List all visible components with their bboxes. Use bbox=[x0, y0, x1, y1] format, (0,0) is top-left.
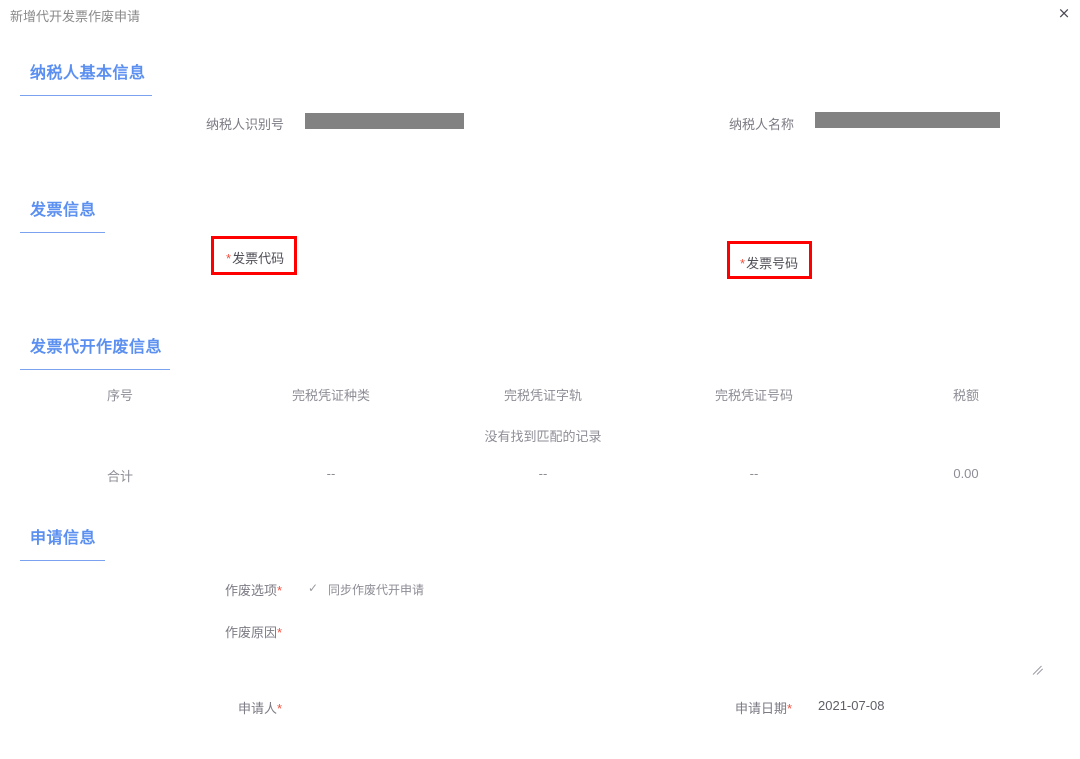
void-option-label: 作废选项* bbox=[225, 580, 282, 599]
apply-date-label: 申请日期* bbox=[735, 698, 792, 717]
table-total-cell: 0.00 bbox=[953, 466, 979, 481]
section-taxpayer-basic-info: 纳税人基本信息 bbox=[20, 59, 152, 96]
section-title-application: 申请信息 bbox=[30, 530, 97, 547]
table-header-cell: 税额 bbox=[952, 388, 980, 403]
section-underline-void-info bbox=[20, 369, 170, 370]
table-header-cell: 完税凭证种类 bbox=[291, 388, 371, 403]
taxpayer-id-label: 纳税人识别号 bbox=[206, 117, 285, 132]
void-reason-textarea-resize-handle[interactable] bbox=[1032, 665, 1044, 675]
invoice-code-label-text: 发票代码 bbox=[232, 251, 285, 266]
section-invoice-info: 发票信息 bbox=[20, 196, 105, 233]
taxpayer-id-value-redacted[interactable] bbox=[305, 113, 464, 129]
section-underline-application bbox=[20, 560, 105, 561]
invoice-code-required-star: * bbox=[226, 251, 232, 266]
table-header-cell: 完税凭证号码 bbox=[714, 388, 794, 403]
window-title: 新增代开发票作废申请 bbox=[10, 9, 141, 24]
void-reason-label-text: 作废原因 bbox=[225, 625, 278, 640]
section-title-void-info: 发票代开作废信息 bbox=[30, 339, 163, 356]
invoice-number-required-star: * bbox=[740, 256, 746, 271]
table-total-cell: 合计 bbox=[106, 469, 134, 484]
table-header-cell: 完税凭证字轨 bbox=[503, 388, 583, 403]
section-title-invoice: 发票信息 bbox=[30, 202, 97, 219]
void-option-required-star: * bbox=[277, 583, 283, 598]
invoice-code-label: *发票代码 bbox=[226, 248, 284, 267]
void-option-checkbox-label[interactable]: 同步作废代开申请 bbox=[328, 581, 424, 598]
window-titlebar: 新增代开发票作废申请 × bbox=[0, 0, 1080, 28]
applicant-required-star: * bbox=[277, 701, 283, 716]
table-empty-message: 没有找到匹配的记录 bbox=[484, 429, 602, 444]
table-total-cell: -- bbox=[538, 466, 548, 481]
close-icon[interactable]: × bbox=[1054, 3, 1074, 23]
void-reason-required-star: * bbox=[277, 625, 283, 640]
section-void-info: 发票代开作废信息 bbox=[20, 333, 170, 370]
taxpayer-name-value-redacted[interactable] bbox=[815, 112, 1000, 128]
section-title-taxpayer: 纳税人基本信息 bbox=[30, 65, 146, 82]
invoice-number-label: *发票号码 bbox=[740, 253, 798, 272]
table-header-cell: 序号 bbox=[106, 388, 134, 403]
applicant-label: 申请人* bbox=[238, 698, 282, 717]
taxpayer-name-label: 纳税人名称 bbox=[729, 117, 795, 132]
section-application-info: 申请信息 bbox=[20, 524, 105, 561]
applicant-label-text: 申请人 bbox=[238, 701, 278, 716]
void-reason-label: 作废原因* bbox=[225, 622, 282, 641]
apply-date-value[interactable]: 2021-07-08 bbox=[818, 698, 885, 713]
section-underline-invoice bbox=[20, 232, 105, 233]
void-option-label-text: 作废选项 bbox=[225, 583, 278, 598]
checkmark-icon[interactable]: ✓ bbox=[308, 581, 318, 595]
table-total-cell: -- bbox=[326, 466, 336, 481]
apply-date-label-text: 申请日期 bbox=[735, 701, 788, 716]
invoice-number-label-text: 发票号码 bbox=[746, 256, 799, 271]
apply-date-required-star: * bbox=[787, 701, 793, 716]
section-underline-taxpayer bbox=[20, 95, 152, 96]
table-total-cell: -- bbox=[749, 466, 759, 481]
